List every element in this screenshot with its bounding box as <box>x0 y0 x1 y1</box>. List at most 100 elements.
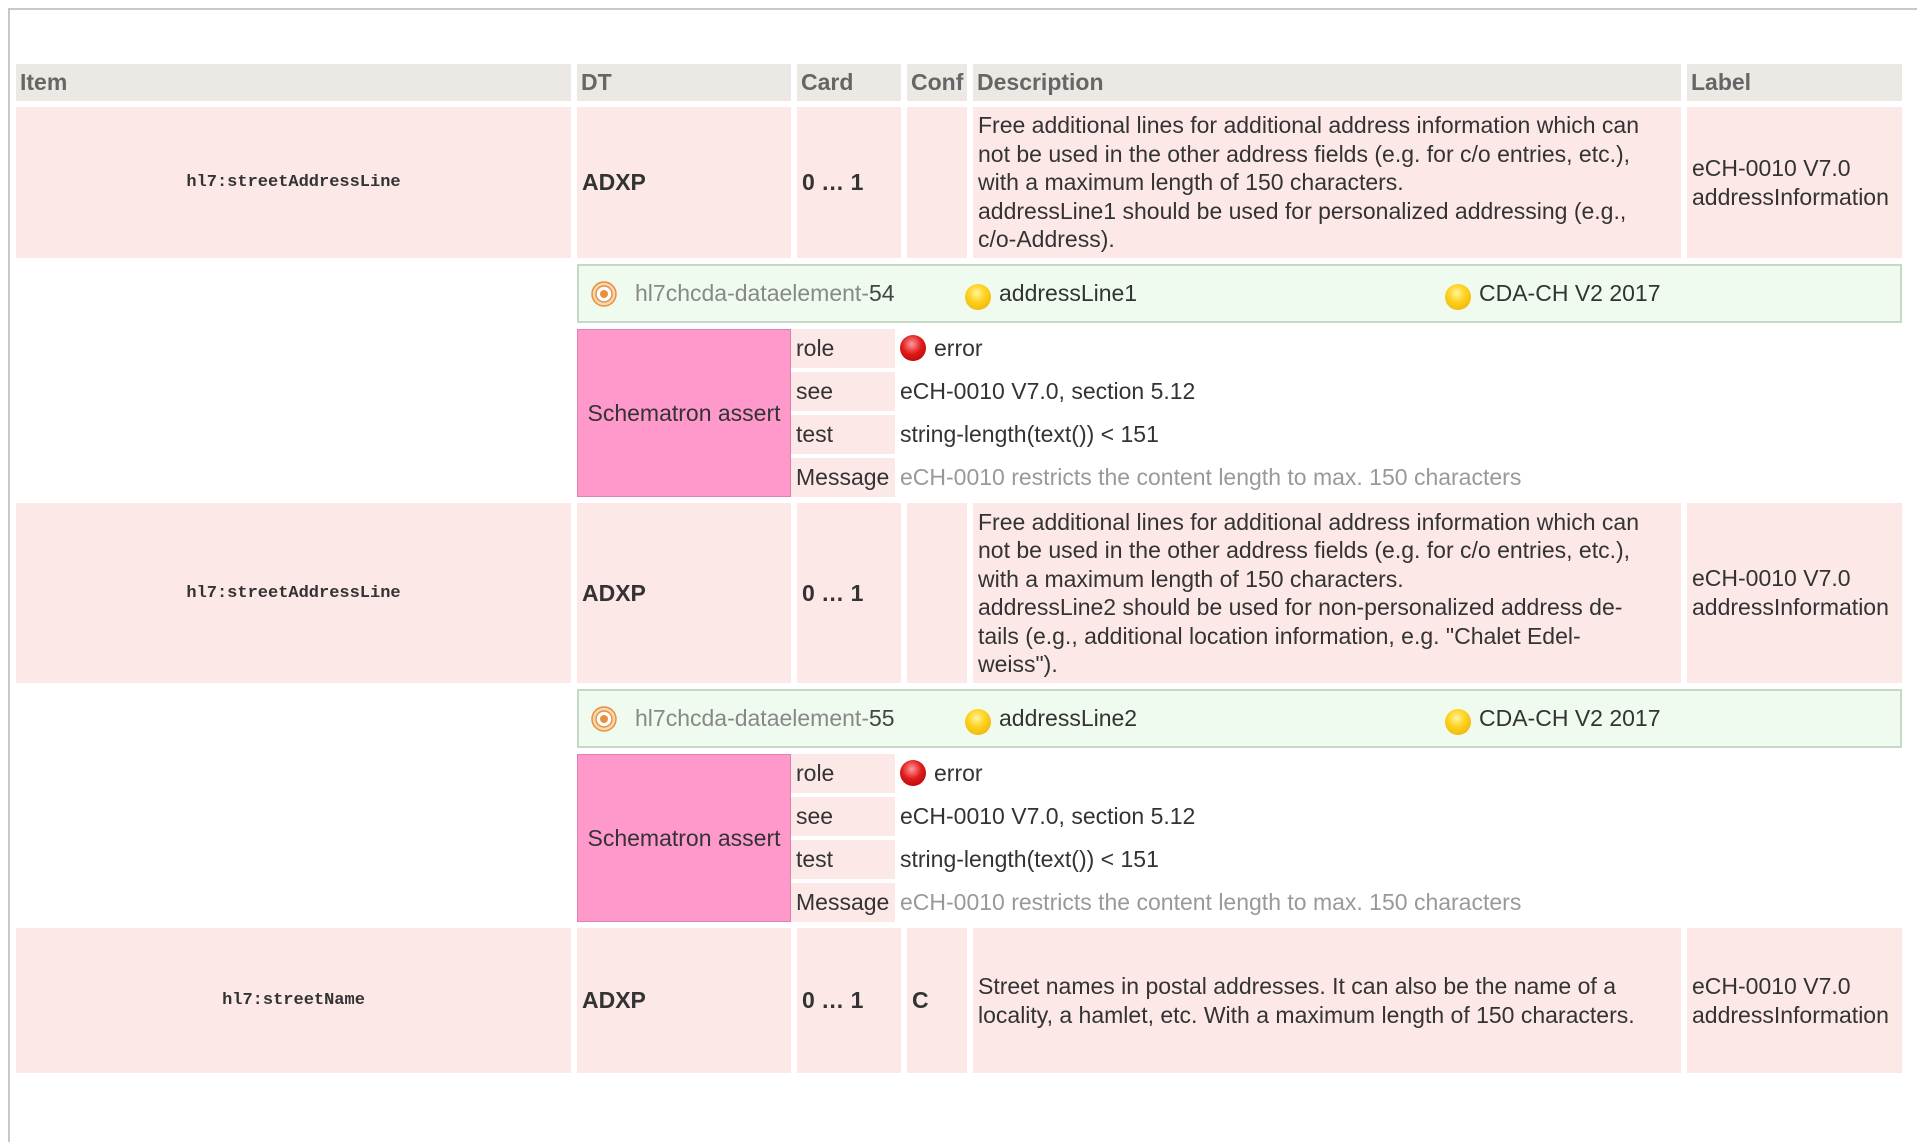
dataelement-id[interactable]: hl7chcda-dataelement-54 <box>635 279 895 308</box>
header-description[interactable]: Description <box>973 64 1681 101</box>
dataelement-association: hl7chcda-dataelement-54 addressLine1 CDA… <box>577 264 1902 323</box>
schematron-see-value: eCH-0010 V7.0, section 5.12 <box>900 803 1196 829</box>
association-cell: hl7chcda-dataelement-54 addressLine1 CDA… <box>577 264 1902 323</box>
dataelement-id-number: 54 <box>868 280 895 306</box>
schematron-see-key: see <box>791 372 895 411</box>
schematron-assert-label: Schematron assert <box>577 754 791 922</box>
red-error-dot-icon <box>900 759 926 786</box>
description-line: tails (e.g., additional location informa… <box>978 622 1581 649</box>
schematron-table: Schematron assert role error see eCH-001… <box>577 750 1902 926</box>
spacer <box>16 689 571 748</box>
schematron-role-key: role <box>791 329 895 368</box>
dataelement-name-text: addressLine1 <box>999 280 1138 306</box>
header-row: Item DT Card Conf Description Label <box>16 64 1902 101</box>
dataelement-id-number: 55 <box>868 705 895 731</box>
spacer <box>16 329 571 497</box>
schematron-see-key: see <box>791 797 895 836</box>
schematron-role-value: error <box>895 329 1902 368</box>
header-label[interactable]: Label <box>1687 64 1902 101</box>
schematron-role-text: error <box>934 760 983 786</box>
cardinality: 0 … 1 <box>797 928 901 1073</box>
label: eCH-0010 V7.0 addressInformation <box>1687 107 1902 258</box>
datatype: ADXP <box>577 107 791 258</box>
dataset-name-text: CDA-CH V2 2017 <box>1479 705 1661 731</box>
schematron-see-value: eCH-0010 V7.0, section 5.12 <box>900 378 1196 404</box>
header-dt[interactable]: DT <box>577 64 791 101</box>
conformance <box>907 503 967 683</box>
label-line: eCH-0010 V7.0 <box>1692 972 1851 999</box>
description-line: locality, a hamlet, etc. With a maximum … <box>978 1001 1635 1028</box>
item-name[interactable]: hl7:streetName <box>16 928 571 1073</box>
description: Free additional lines for additional add… <box>973 503 1681 683</box>
dataelement-name[interactable]: addressLine1 <box>965 278 1137 310</box>
association-cell: hl7chcda-dataelement-55 addressLine2 CDA… <box>577 689 1902 748</box>
template-spec-table: Item DT Card Conf Description Label hl7:… <box>10 58 1908 1079</box>
schematron-cell: Schematron assert role error see eCH-001… <box>577 754 1902 922</box>
conformance: C <box>907 928 967 1073</box>
dataelement-name[interactable]: addressLine2 <box>965 703 1137 735</box>
description-line: addressLine1 should be used for personal… <box>978 197 1627 224</box>
label-line: addressInformation <box>1692 1001 1889 1028</box>
table-row: hl7:streetAddressLine ADXP 0 … 1 Free ad… <box>16 503 1902 683</box>
schematron-row: Schematron assert role error see eCH-001… <box>16 754 1902 922</box>
label-line: eCH-0010 V7.0 <box>1692 565 1851 591</box>
dataelement-id-prefix: hl7chcda-dataelement- <box>635 280 869 306</box>
schematron-row: Schematron assert role error see eCH-001… <box>16 329 1902 497</box>
description-line: Free additional lines for additional add… <box>978 112 1639 139</box>
description-line: not be used in the other address fields … <box>978 537 1631 563</box>
description-line: weiss"). <box>978 651 1058 677</box>
item-name[interactable]: hl7:streetAddressLine <box>16 107 571 258</box>
header-conf[interactable]: Conf <box>907 64 967 101</box>
yellow-status-dot-icon <box>965 283 991 310</box>
table-row: hl7:streetAddressLine ADXP 0 … 1 Free ad… <box>16 107 1902 258</box>
target-icon <box>591 706 617 732</box>
spacer <box>16 754 571 922</box>
description-line: with a maximum length of 150 characters. <box>978 169 1404 196</box>
header-card[interactable]: Card <box>797 64 901 101</box>
schematron-test-key: test <box>791 415 895 454</box>
description-line: addressLine2 should be used for non-pers… <box>978 594 1623 620</box>
schematron-role-key: role <box>791 754 895 793</box>
datatype: ADXP <box>577 928 791 1073</box>
item-name[interactable]: hl7:streetAddressLine <box>16 503 571 683</box>
dataset-name[interactable]: CDA-CH V2 2017 <box>1445 278 1661 310</box>
schematron-table: Schematron assert role error see eCH-001… <box>577 325 1902 501</box>
datatype: ADXP <box>577 503 791 683</box>
cardinality: 0 … 1 <box>797 503 901 683</box>
schematron-test-value: string-length(text()) < 151 <box>900 846 1159 872</box>
conformance <box>907 107 967 258</box>
schematron-role-value: error <box>895 754 1902 793</box>
dataset-name[interactable]: CDA-CH V2 2017 <box>1445 703 1661 735</box>
yellow-status-dot-icon <box>1445 283 1471 310</box>
schematron-message-value: eCH-0010 restricts the content length to… <box>900 464 1522 490</box>
dataelement-id[interactable]: hl7chcda-dataelement-55 <box>635 704 895 733</box>
description-line: c/o-Address). <box>978 226 1115 253</box>
association-row: hl7chcda-dataelement-54 addressLine1 CDA… <box>16 264 1902 323</box>
spacer <box>16 264 571 323</box>
yellow-status-dot-icon <box>965 708 991 735</box>
schematron-test-key: test <box>791 840 895 879</box>
schematron-message-key: Message <box>791 883 895 922</box>
association-row: hl7chcda-dataelement-55 addressLine2 CDA… <box>16 689 1902 748</box>
schematron-assert-label: Schematron assert <box>577 329 791 497</box>
description: Street names in postal addresses. It can… <box>973 928 1681 1073</box>
description-line: Free additional lines for additional add… <box>978 508 1639 535</box>
description-line: not be used in the other address fields … <box>978 140 1631 167</box>
label-line: eCH-0010 V7.0 <box>1692 154 1851 181</box>
label: eCH-0010 V7.0 addressInformation <box>1687 928 1902 1073</box>
label-line: addressInformation <box>1692 594 1889 620</box>
table-row: hl7:streetName ADXP 0 … 1 C Street names… <box>16 928 1902 1073</box>
schematron-message-value: eCH-0010 restricts the content length to… <box>900 889 1522 915</box>
label-line: addressInformation <box>1692 183 1889 210</box>
description-line: with a maximum length of 150 characters. <box>978 565 1404 592</box>
dataelement-id-prefix: hl7chcda-dataelement- <box>635 705 869 731</box>
label: eCH-0010 V7.0 addressInformation <box>1687 503 1902 683</box>
header-item[interactable]: Item <box>16 64 571 101</box>
target-icon <box>591 281 617 307</box>
cardinality: 0 … 1 <box>797 107 901 258</box>
dataelement-name-text: addressLine2 <box>999 705 1138 731</box>
description: Free additional lines for additional add… <box>973 107 1681 258</box>
schematron-test-value: string-length(text()) < 151 <box>900 421 1159 447</box>
schematron-message-key: Message <box>791 458 895 497</box>
schematron-cell: Schematron assert role error see eCH-001… <box>577 329 1902 497</box>
